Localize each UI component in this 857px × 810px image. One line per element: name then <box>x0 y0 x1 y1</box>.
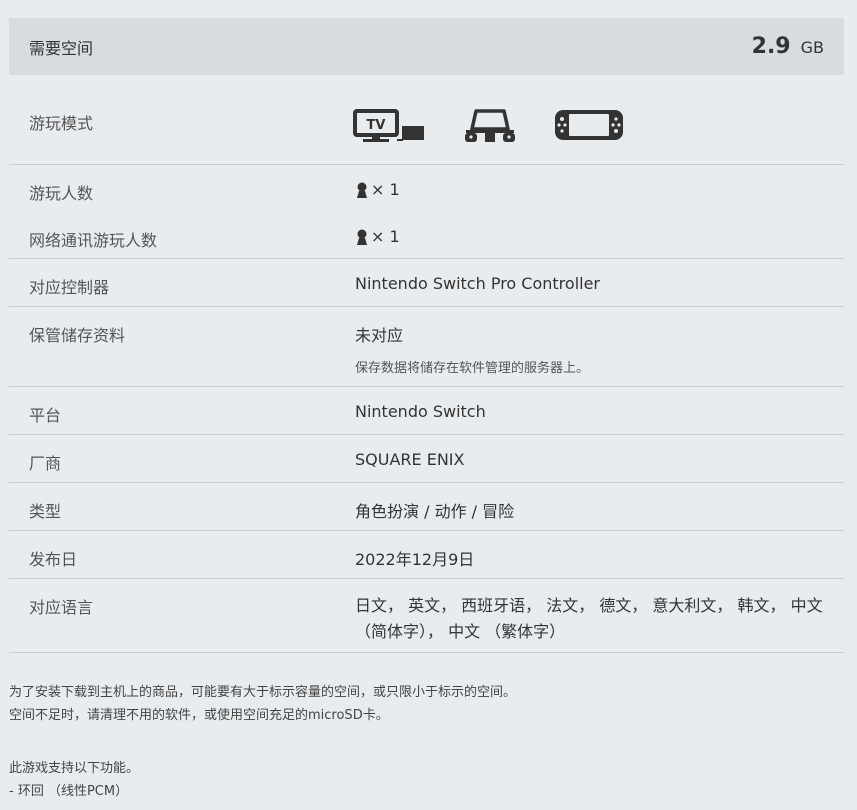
genre-value: 角色扮演 / 动作 / 冒险 <box>355 502 515 521</box>
tabletop-mode-icon <box>463 108 517 144</box>
storage-bar: 需要空间 2.9 GB <box>9 18 844 75</box>
save-data-note: 保存数据将储存在软件管理的服务器上。 <box>355 361 590 376</box>
icon-spacer <box>425 108 463 144</box>
feature-heading: 此游戏支持以下功能。 <box>9 761 140 776</box>
icon-spacer <box>517 108 553 144</box>
spec-row-players: 游玩人数 × 1 网络通讯游玩人数 × 1 <box>9 165 844 259</box>
save-data-label: 保管储存资料 <box>29 326 126 345</box>
players-label: 游玩人数 <box>29 184 94 203</box>
play-mode-icons: TV <box>353 108 625 144</box>
storage-size: 2.9 GB <box>752 34 824 59</box>
note-line: 为了安装下载到主机上的商品，可能要有大于标示容量的空间，或只限小于标示的空间。 <box>9 685 517 700</box>
platform-value: Nintendo Switch <box>355 402 486 421</box>
storage-notes: 为了安装下载到主机上的商品，可能要有大于标示容量的空间，或只限小于标示的空间。 … <box>9 681 516 803</box>
play-mode-label: 游玩模式 <box>29 114 94 133</box>
players-count: × 1 <box>371 180 400 199</box>
note-line: 空间不足时，请清理不用的软件，或使用空间充足的microSD卡。 <box>9 708 389 723</box>
handheld-mode-icon <box>553 108 625 144</box>
players-value: × 1 <box>355 180 400 199</box>
spec-row-platform: 平台 Nintendo Switch <box>9 387 844 435</box>
spec-row-release-date: 发布日 2022年12月9日 <box>9 531 844 579</box>
languages-label: 对应语言 <box>29 598 94 617</box>
tv-mode-icon: TV <box>353 108 425 144</box>
spec-row-save-data: 保管储存资料 未对应 保存数据将储存在软件管理的服务器上。 <box>9 307 844 387</box>
publisher-label: 厂商 <box>29 454 62 473</box>
note-gap <box>9 727 516 757</box>
platform-label: 平台 <box>29 406 62 425</box>
controller-label: 对应控制器 <box>29 278 110 297</box>
online-players-value: × 1 <box>355 227 400 246</box>
storage-label: 需要空间 <box>29 38 94 58</box>
spec-row-controller: 对应控制器 Nintendo Switch Pro Controller <box>9 259 844 307</box>
person-icon <box>357 182 367 198</box>
release-date-label: 发布日 <box>29 550 78 569</box>
spec-row-languages: 对应语言 日文， 英文， 西班牙语， 法文， 德文， 意大利文， 韩文， 中文 … <box>9 579 844 653</box>
storage-value: 2.9 <box>751 34 791 59</box>
publisher-value: SQUARE ENIX <box>355 450 465 469</box>
spec-row-genre: 类型 角色扮演 / 动作 / 冒险 <box>9 483 844 531</box>
storage-unit: GB <box>800 38 824 57</box>
feature-item: - 环回 （线性PCM） <box>9 784 129 799</box>
svg-text:TV: TV <box>367 118 386 133</box>
controller-value: Nintendo Switch Pro Controller <box>355 274 600 293</box>
online-players-count: × 1 <box>371 227 400 246</box>
genre-label: 类型 <box>29 502 62 521</box>
save-data-value: 未对应 <box>355 326 404 345</box>
spec-row-play-mode: 游玩模式 TV <box>9 94 844 165</box>
languages-value: 日文， 英文， 西班牙语， 法文， 德文， 意大利文， 韩文， 中文 （简体字）… <box>355 596 823 641</box>
online-players-label: 网络通讯游玩人数 <box>29 231 158 250</box>
spec-table: 游玩模式 TV 游玩人数 × 1 网络通讯游玩人数 × 1 对应控制器 Nint… <box>9 94 844 653</box>
spec-row-publisher: 厂商 SQUARE ENIX <box>9 435 844 483</box>
release-date-value: 2022年12月9日 <box>355 550 475 569</box>
person-icon <box>357 229 367 245</box>
